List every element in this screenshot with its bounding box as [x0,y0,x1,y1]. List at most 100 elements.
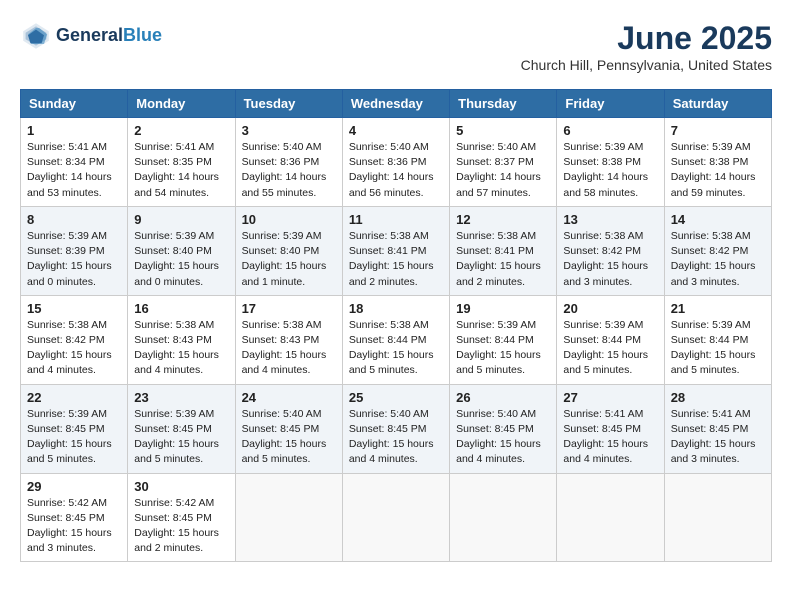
calendar-cell: 10 Sunrise: 5:39 AMSunset: 8:40 PMDayligh… [235,206,342,295]
cell-info: Sunrise: 5:40 AMSunset: 8:45 PMDaylight:… [349,407,443,468]
location-subtitle: Church Hill, Pennsylvania, United States [521,57,772,73]
calendar-cell: 19Sunrise: 5:39 AMSunset: 8:44 PMDayligh… [450,295,557,384]
logo-text-line1: GeneralBlue [56,26,162,46]
col-header-friday: Friday [557,90,664,118]
day-number: 17 [242,301,336,316]
col-header-saturday: Saturday [664,90,771,118]
cell-info: Sunrise: 5:39 AMSunset: 8:40 PMDaylight:… [134,229,228,290]
day-number: 14 [671,212,765,227]
cell-info: Sunrise: 5:38 AMSunset: 8:42 PMDaylight:… [671,229,765,290]
cell-info: Sunrise: 5:38 AMSunset: 8:42 PMDaylight:… [27,318,121,379]
cell-info: Sunrise: 5:38 AMSunset: 8:43 PMDaylight:… [134,318,228,379]
day-number: 30 [134,479,228,494]
day-number: 20 [563,301,657,316]
calendar-cell: 25 Sunrise: 5:40 AMSunset: 8:45 PMDayligh… [342,384,449,473]
col-header-sunday: Sunday [21,90,128,118]
calendar-cell: 15 Sunrise: 5:38 AMSunset: 8:42 PMDayligh… [21,295,128,384]
calendar-week-row: 22 Sunrise: 5:39 AMSunset: 8:45 PMDayligh… [21,384,772,473]
calendar-cell: 3 Sunrise: 5:40 AMSunset: 8:36 PMDaylight… [235,118,342,207]
day-number: 8 [27,212,121,227]
day-number: 1 [27,123,121,138]
calendar-cell: 20 Sunrise: 5:39 AMSunset: 8:44 PMDayligh… [557,295,664,384]
cell-info: Sunrise: 5:42 AMSunset: 8:45 PMDaylight:… [134,496,228,557]
cell-info: Sunrise: 5:38 AMSunset: 8:41 PMDaylight:… [349,229,443,290]
calendar-cell: 4 Sunrise: 5:40 AMSunset: 8:36 PMDaylight… [342,118,449,207]
calendar-cell: 12Sunrise: 5:38 AMSunset: 8:41 PMDayligh… [450,206,557,295]
day-number: 19 [456,301,550,316]
day-number: 24 [242,390,336,405]
calendar-cell [235,473,342,562]
calendar-cell: 5 Sunrise: 5:40 AMSunset: 8:37 PMDaylight… [450,118,557,207]
calendar-cell: 18 Sunrise: 5:38 AMSunset: 8:44 PMDayligh… [342,295,449,384]
calendar-cell: 21Sunrise: 5:39 AMSunset: 8:44 PMDayligh… [664,295,771,384]
cell-info: Sunrise: 5:39 AMSunset: 8:40 PMDaylight:… [242,229,336,290]
day-number: 10 [242,212,336,227]
calendar-cell: 24 Sunrise: 5:40 AMSunset: 8:45 PMDayligh… [235,384,342,473]
calendar-cell [342,473,449,562]
day-number: 6 [563,123,657,138]
calendar-cell: 30 Sunrise: 5:42 AMSunset: 8:45 PMDayligh… [128,473,235,562]
cell-info: Sunrise: 5:38 AMSunset: 8:43 PMDaylight:… [242,318,336,379]
calendar-cell: 14 Sunrise: 5:38 AMSunset: 8:42 PMDayligh… [664,206,771,295]
day-number: 13 [563,212,657,227]
calendar-week-row: 29 Sunrise: 5:42 AMSunset: 8:45 PMDayligh… [21,473,772,562]
day-number: 12 [456,212,550,227]
calendar-week-row: 8 Sunrise: 5:39 AMSunset: 8:39 PMDaylight… [21,206,772,295]
month-year-title: June 2025 [521,20,772,57]
calendar-cell: 29Sunrise: 5:42 AMSunset: 8:45 PMDayligh… [21,473,128,562]
calendar-cell: 8 Sunrise: 5:39 AMSunset: 8:39 PMDaylight… [21,206,128,295]
day-number: 5 [456,123,550,138]
cell-info: Sunrise: 5:39 AMSunset: 8:38 PMDaylight:… [671,140,765,201]
cell-info: Sunrise: 5:39 AMSunset: 8:38 PMDaylight:… [563,140,657,201]
cell-info: Sunrise: 5:40 AMSunset: 8:36 PMDaylight:… [242,140,336,201]
col-header-thursday: Thursday [450,90,557,118]
cell-info: Sunrise: 5:39 AMSunset: 8:39 PMDaylight:… [27,229,121,290]
day-number: 2 [134,123,228,138]
day-number: 15 [27,301,121,316]
calendar-cell: 9 Sunrise: 5:39 AMSunset: 8:40 PMDaylight… [128,206,235,295]
day-number: 22 [27,390,121,405]
cell-info: Sunrise: 5:40 AMSunset: 8:45 PMDaylight:… [456,407,550,468]
calendar-cell: 27 Sunrise: 5:41 AMSunset: 8:45 PMDayligh… [557,384,664,473]
page-header: GeneralBlue June 2025 Church Hill, Penns… [20,20,772,73]
cell-info: Sunrise: 5:41 AMSunset: 8:34 PMDaylight:… [27,140,121,201]
calendar-cell [450,473,557,562]
cell-info: Sunrise: 5:39 AMSunset: 8:45 PMDaylight:… [27,407,121,468]
calendar-cell: 1 Sunrise: 5:41 AMSunset: 8:34 PMDaylight… [21,118,128,207]
calendar-cell: 11Sunrise: 5:38 AMSunset: 8:41 PMDayligh… [342,206,449,295]
cell-info: Sunrise: 5:38 AMSunset: 8:42 PMDaylight:… [563,229,657,290]
col-header-wednesday: Wednesday [342,90,449,118]
day-number: 4 [349,123,443,138]
cell-info: Sunrise: 5:40 AMSunset: 8:45 PMDaylight:… [242,407,336,468]
day-number: 28 [671,390,765,405]
day-number: 25 [349,390,443,405]
col-header-monday: Monday [128,90,235,118]
calendar-cell [557,473,664,562]
day-number: 3 [242,123,336,138]
cell-info: Sunrise: 5:40 AMSunset: 8:37 PMDaylight:… [456,140,550,201]
calendar-cell: 22 Sunrise: 5:39 AMSunset: 8:45 PMDayligh… [21,384,128,473]
day-number: 23 [134,390,228,405]
cell-info: Sunrise: 5:39 AMSunset: 8:45 PMDaylight:… [134,407,228,468]
calendar-cell [664,473,771,562]
calendar-week-row: 15 Sunrise: 5:38 AMSunset: 8:42 PMDayligh… [21,295,772,384]
cell-info: Sunrise: 5:41 AMSunset: 8:45 PMDaylight:… [563,407,657,468]
day-number: 26 [456,390,550,405]
cell-info: Sunrise: 5:39 AMSunset: 8:44 PMDaylight:… [563,318,657,379]
calendar-cell: 17 Sunrise: 5:38 AMSunset: 8:43 PMDayligh… [235,295,342,384]
day-number: 9 [134,212,228,227]
day-number: 29 [27,479,121,494]
col-header-tuesday: Tuesday [235,90,342,118]
cell-info: Sunrise: 5:38 AMSunset: 8:44 PMDaylight:… [349,318,443,379]
day-number: 18 [349,301,443,316]
calendar-cell: 2 Sunrise: 5:41 AMSunset: 8:35 PMDaylight… [128,118,235,207]
day-number: 27 [563,390,657,405]
cell-info: Sunrise: 5:40 AMSunset: 8:36 PMDaylight:… [349,140,443,201]
calendar-cell: 6 Sunrise: 5:39 AMSunset: 8:38 PMDaylight… [557,118,664,207]
logo: GeneralBlue [20,20,162,52]
day-number: 16 [134,301,228,316]
calendar-cell: 7Sunrise: 5:39 AMSunset: 8:38 PMDaylight… [664,118,771,207]
calendar-cell: 26 Sunrise: 5:40 AMSunset: 8:45 PMDayligh… [450,384,557,473]
calendar-week-row: 1 Sunrise: 5:41 AMSunset: 8:34 PMDaylight… [21,118,772,207]
cell-info: Sunrise: 5:41 AMSunset: 8:35 PMDaylight:… [134,140,228,201]
